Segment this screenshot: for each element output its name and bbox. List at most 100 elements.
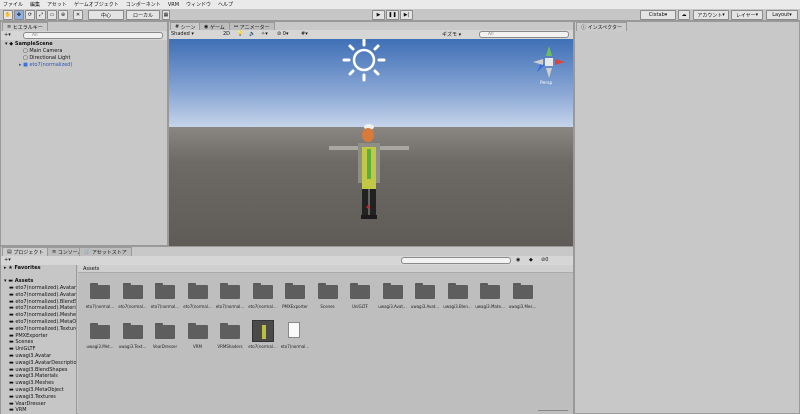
tree-folder-item[interactable]: ▬ uwagi3.Textures: [9, 394, 56, 400]
tree-folder-item[interactable]: ▬ eto7(normalized).Meshes: [9, 312, 76, 318]
layers-dropdown[interactable]: レイヤー ▾: [731, 10, 763, 20]
tree-folder-item[interactable]: ▬ VearDresser: [9, 401, 46, 407]
rect-tool-button[interactable]: ▭: [47, 10, 57, 20]
folder-icon[interactable]: [480, 283, 500, 299]
folder-icon[interactable]: [317, 283, 338, 299]
asset-label[interactable]: uwagi3.Mes...: [507, 304, 539, 309]
create-button[interactable]: +▾: [4, 32, 11, 38]
asset-label[interactable]: VRM: [182, 344, 214, 349]
account-dropdown[interactable]: アカウント ▾: [693, 10, 729, 20]
asset-label[interactable]: uwagi3.Avat...: [377, 304, 409, 309]
folder-icon[interactable]: [122, 323, 143, 339]
move-tool-button[interactable]: ✥: [14, 10, 24, 20]
folder-icon[interactable]: [155, 323, 175, 339]
assets-row[interactable]: ▾ ▬ Assets: [4, 278, 33, 284]
sun-icon[interactable]: [339, 39, 389, 83]
folder-icon[interactable]: [220, 323, 240, 339]
asset-label[interactable]: eto7(normal...: [247, 304, 279, 309]
asset-label[interactable]: eto7(normal...: [84, 304, 116, 309]
project-search-input[interactable]: [401, 257, 511, 264]
file-icon[interactable]: [288, 322, 300, 338]
asset-label[interactable]: Scenes: [312, 304, 344, 309]
filter-type-icon[interactable]: ◉: [516, 257, 520, 263]
effects-dropdown-icon[interactable]: ✧▾: [261, 31, 268, 37]
snap-button[interactable]: ▦: [162, 10, 170, 20]
hierarchy-search-input[interactable]: All: [23, 32, 163, 39]
tree-folder-item[interactable]: ▬ uwagi3.Avatar: [9, 353, 51, 359]
scene-search-input[interactable]: All: [479, 31, 569, 38]
folder-icon[interactable]: [187, 283, 208, 299]
menu-gameobject[interactable]: ゲームオブジェクト: [74, 1, 119, 8]
asset-label[interactable]: uwagi3.Blen...: [442, 304, 474, 309]
hand-tool-button[interactable]: ✋: [3, 10, 13, 20]
menu-component[interactable]: コンポーネント: [126, 1, 161, 8]
tree-folder-item[interactable]: ▬ eto7(normalized).MetaOl: [9, 319, 76, 325]
folder-icon[interactable]: [90, 283, 110, 299]
menu-assets[interactable]: アセット: [47, 1, 67, 8]
asset-label[interactable]: eto7(normal...: [182, 304, 214, 309]
hierarchy-item[interactable]: ▸ ■ eto7(normalized): [19, 62, 72, 68]
asset-label[interactable]: uwagi3.Met...: [84, 344, 116, 349]
tree-folder-item[interactable]: ▬ PMXExporter: [9, 333, 48, 339]
grid-toggle-icon[interactable]: #▾: [301, 31, 308, 37]
folder-icon[interactable]: [285, 283, 305, 299]
rotate-tool-button[interactable]: ⟳: [25, 10, 35, 20]
folder-icon[interactable]: [122, 283, 143, 299]
tree-folder-item[interactable]: ▬ VRM: [9, 407, 27, 413]
menu-edit[interactable]: 編集: [30, 1, 40, 8]
orientation-gizmo-icon[interactable]: [529, 42, 569, 82]
folder-icon[interactable]: [382, 283, 403, 299]
tree-folder-item[interactable]: ▬ uwagi3.Meshes: [9, 380, 54, 386]
collab-button[interactable]: Cixtab ▾: [640, 10, 676, 20]
pause-button[interactable]: ❚❚: [386, 10, 399, 20]
tree-folder-item[interactable]: ▬ Scenes: [9, 339, 33, 345]
cloud-icon[interactable]: ☁: [678, 10, 690, 20]
asset-label[interactable]: uwagi3.Text...: [117, 344, 149, 349]
asset-label[interactable]: eto7(normal...: [279, 344, 311, 349]
tab-inspector[interactable]: ⓘ インスペクター: [576, 22, 627, 31]
asset-label[interactable]: PMXExporter: [279, 304, 311, 309]
folder-icon[interactable]: [155, 283, 175, 299]
tree-folder-item[interactable]: ▬ uwagi3.BlendShapes: [9, 367, 67, 373]
asset-label[interactable]: VRMShaders: [214, 344, 246, 349]
tab-asset-store[interactable]: 🛒 アセットストア: [79, 247, 132, 256]
tree-folder-item[interactable]: ▬ uwagi3.Materials: [9, 373, 58, 379]
shading-dropdown[interactable]: Shaded ▾: [171, 31, 194, 37]
scene-viewport[interactable]: Persp: [169, 39, 573, 246]
asset-label[interactable]: uwagi3.Avat...: [409, 304, 441, 309]
zoom-slider[interactable]: [538, 410, 568, 411]
persp-label[interactable]: Persp: [540, 81, 552, 86]
tab-hierarchy[interactable]: ≡ ヒエラルキー: [2, 22, 48, 31]
prefab-thumbnail-icon[interactable]: [251, 320, 274, 342]
scale-tool-button[interactable]: ⤢: [36, 10, 46, 20]
play-button[interactable]: ▶: [372, 10, 385, 20]
folder-icon[interactable]: [512, 283, 533, 299]
asset-label[interactable]: UniGLTF: [344, 304, 376, 309]
tree-folder-item[interactable]: ▬ UniGLTF: [9, 346, 35, 352]
avatar-model[interactable]: [324, 119, 414, 229]
hidden-objects-icon[interactable]: ⊘ 0▾: [277, 31, 288, 37]
audio-toggle-icon[interactable]: 🔈: [249, 31, 255, 37]
tree-folder-item[interactable]: ▬ uwagi3.AvatarDescription: [9, 360, 76, 366]
tab-project[interactable]: ▤ プロジェクト: [2, 247, 49, 256]
folder-icon[interactable]: [447, 283, 468, 299]
tree-folder-item[interactable]: ▬ eto7(normalized).BlendS: [9, 299, 76, 305]
layout-dropdown[interactable]: Layout ▾: [766, 10, 798, 20]
favorites-row[interactable]: ▸ ★ Favorites: [4, 265, 41, 271]
folder-icon[interactable]: [90, 323, 110, 339]
folder-icon[interactable]: [350, 283, 370, 299]
lighting-toggle-icon[interactable]: 💡: [237, 31, 243, 37]
mode-2d-toggle[interactable]: 2D: [223, 31, 230, 37]
scene-row[interactable]: ▾ ◆ SampleScene: [5, 41, 53, 47]
folder-icon[interactable]: [187, 323, 208, 339]
pivot-toggle[interactable]: 中心: [88, 10, 124, 20]
asset-label[interactable]: VearDresser: [149, 344, 181, 349]
tree-folder-item[interactable]: ▬ eto7(normalized).Materia: [9, 305, 76, 311]
folder-icon[interactable]: [415, 283, 435, 299]
asset-label[interactable]: eto7(normal...: [149, 304, 181, 309]
step-button[interactable]: ▶|: [400, 10, 413, 20]
breadcrumb-assets[interactable]: Assets: [83, 266, 99, 272]
transform-tool-button[interactable]: ⊕: [58, 10, 68, 20]
project-create-button[interactable]: +▾: [4, 257, 11, 263]
menu-file[interactable]: ファイル: [3, 1, 23, 8]
